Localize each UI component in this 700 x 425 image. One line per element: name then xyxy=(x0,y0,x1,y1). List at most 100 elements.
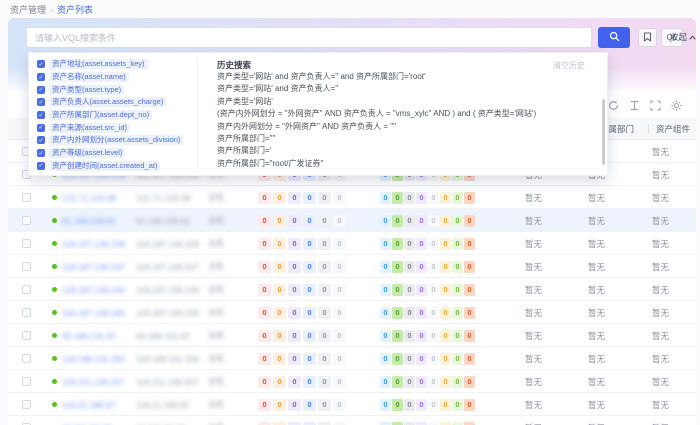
asset-ip-link[interactable]: 118.187.136.236 xyxy=(62,239,125,249)
asset-ip-link[interactable]: 116.21.186.87 xyxy=(62,400,116,410)
count-badge: 0 xyxy=(333,399,346,411)
asset-type-text: 主机 xyxy=(208,353,224,364)
history-panel: 历史搜索 清空历史 资产类型='网站' and 资产负责人='' and 资产所… xyxy=(207,53,609,177)
checked-checkbox-icon[interactable]: ✓ xyxy=(37,162,45,170)
component-empty-text: 暂无 xyxy=(652,353,669,365)
row-checkbox[interactable] xyxy=(22,262,31,271)
risk-count-group: 00000000 xyxy=(380,347,476,370)
field-option[interactable]: ✓ 资产所属部门(asset.dept_no) xyxy=(37,109,197,122)
checked-checkbox-icon[interactable]: ✓ xyxy=(37,136,45,144)
collapse-search-button[interactable]: 收起 xyxy=(670,31,696,43)
row-checkbox[interactable] xyxy=(22,239,31,248)
search-bar: QL 收起 xyxy=(8,27,696,49)
history-item[interactable]: 资产类型='网站' and 资产负责人='' and 资产所属部门='root' xyxy=(217,71,599,83)
checked-checkbox-icon[interactable]: ✓ xyxy=(37,60,45,68)
table-row[interactable]: 118.188.131.255118.188.131.255主机00000000… xyxy=(8,347,696,370)
table-row[interactable]: 60.188.131.8760.188.131.87主机000000000000… xyxy=(8,324,696,347)
count-badge: 0 xyxy=(273,238,286,250)
history-item[interactable]: 资产类型='网站' xyxy=(217,96,599,108)
history-item[interactable]: 资产所属部门="root/广发证券" xyxy=(217,158,599,170)
row-checkbox[interactable] xyxy=(22,308,31,317)
count-badge: 0 xyxy=(273,330,286,342)
save-search-button[interactable] xyxy=(638,28,657,47)
history-item[interactable]: 资产类型='网站' and 资产负责人='' xyxy=(217,83,599,95)
count-badge: 0 xyxy=(288,422,301,425)
table-row[interactable]: 118.187.136.236118.187.136.236主机00000000… xyxy=(8,232,696,255)
vuln-count-group: 000000 xyxy=(258,255,348,278)
asset-ip-link[interactable]: 118.211.136.207 xyxy=(62,377,125,387)
refresh-icon[interactable] xyxy=(608,100,619,111)
search-button[interactable] xyxy=(598,27,630,48)
count-badge: 0 xyxy=(440,215,451,227)
count-badge: 0 xyxy=(333,261,346,273)
department-empty-text: 暂无 xyxy=(588,422,605,425)
status-dot xyxy=(52,310,57,315)
dropdown-scrollbar[interactable] xyxy=(602,99,605,165)
table-row[interactable]: 118.187.136.240118.187.136.240主机00000000… xyxy=(8,278,696,301)
field-option[interactable]: ✓ 资产内外网划分(asset.assets_division) xyxy=(37,134,197,147)
history-item[interactable]: 资产所属部门=' xyxy=(217,145,599,157)
table-row[interactable]: 27.221.82.3827.221.82.38主机00000000000000… xyxy=(8,416,696,425)
asset-ip-link[interactable]: 118.187.136.237 xyxy=(62,262,125,272)
asset-ip-link[interactable]: 118.187.136.240 xyxy=(62,285,125,295)
asset-ip-link[interactable]: 121.71.133.38 xyxy=(62,193,116,203)
history-item[interactable]: 资产内外网划分 = "外网资产" AND 资产负责人 = "" xyxy=(217,121,599,133)
risk-count-group: 00000000 xyxy=(380,186,476,209)
table-row[interactable]: 121.71.133.38121.71.133.38主机000000000000… xyxy=(8,186,696,209)
fullscreen-icon[interactable] xyxy=(650,100,661,111)
asset-type-text: 主机 xyxy=(208,284,224,295)
count-badge: 0 xyxy=(392,422,403,425)
row-checkbox[interactable] xyxy=(22,285,31,294)
vql-search-input[interactable] xyxy=(26,27,592,48)
count-badge: 0 xyxy=(464,399,475,411)
row-checkbox[interactable] xyxy=(22,331,31,340)
row-checkbox[interactable] xyxy=(22,377,31,386)
row-checkbox[interactable] xyxy=(22,400,31,409)
column-height-icon[interactable] xyxy=(629,100,640,111)
row-checkbox[interactable] xyxy=(22,354,31,363)
count-badge: 0 xyxy=(440,422,451,425)
checked-checkbox-icon[interactable]: ✓ xyxy=(37,111,45,119)
search-suggestion-dropdown: ✓ 资产地址(asset.assets_key) ✓ 资产名称(asset.na… xyxy=(28,52,608,176)
count-badge: 0 xyxy=(380,422,391,425)
field-option[interactable]: ✓ 资产来源(asset.src_id) xyxy=(37,121,197,134)
count-badge: 0 xyxy=(464,192,475,204)
clear-history-button[interactable]: 清空历史 xyxy=(553,60,585,71)
field-option[interactable]: ✓ 资产创建时间(asset.created_at) xyxy=(37,160,197,173)
asset-ip-link[interactable]: 118.187.136.245 xyxy=(62,308,125,318)
count-badge: 0 xyxy=(404,261,415,273)
table-row[interactable]: 118.187.136.237118.187.136.237主机00000000… xyxy=(8,255,696,278)
breadcrumb-asset-management[interactable]: 资产管理 xyxy=(10,5,46,15)
history-item[interactable]: 资产所属部门="" xyxy=(217,133,599,145)
checked-checkbox-icon[interactable]: ✓ xyxy=(37,86,45,94)
checked-checkbox-icon[interactable]: ✓ xyxy=(37,98,45,106)
field-option[interactable]: ✓ 资产负责人(asset.assets_charge) xyxy=(37,96,197,109)
count-badge: 0 xyxy=(428,261,439,273)
asset-ip-link[interactable]: 118.188.131.255 xyxy=(62,354,125,364)
count-badge: 0 xyxy=(428,192,439,204)
checked-checkbox-icon[interactable]: ✓ xyxy=(37,149,45,157)
settings-gear-icon[interactable] xyxy=(671,100,682,111)
count-badge: 0 xyxy=(318,261,331,273)
field-option[interactable]: ✓ 资产类型(asset.type) xyxy=(37,83,197,96)
risk-count-group: 00000000 xyxy=(380,370,476,393)
chevron-up-icon xyxy=(689,32,696,42)
table-row[interactable]: 118.187.136.245118.187.136.245主机00000000… xyxy=(8,301,696,324)
table-row[interactable]: 81.188.239.8181.188.239.81主机000000000000… xyxy=(8,209,696,232)
field-option[interactable]: ✓ 资产等级(asset.level) xyxy=(37,147,197,160)
field-option[interactable]: ✓ 资产名称(asset.name) xyxy=(37,71,197,84)
field-option[interactable]: ✓ 资产地址(asset.assets_key) xyxy=(37,58,197,71)
asset-ip-link[interactable]: 60.188.131.87 xyxy=(62,331,116,341)
table-row[interactable]: 118.211.136.207118.211.136.207主机00000000… xyxy=(8,370,696,393)
history-item[interactable]: (资产内外网划分 = "外网资产" AND 资产负责人 = "vms_xylc"… xyxy=(217,108,599,120)
row-checkbox[interactable] xyxy=(22,193,31,202)
asset-ip-link[interactable]: 81.188.239.81 xyxy=(62,216,116,226)
count-badge: 0 xyxy=(288,261,301,273)
checked-checkbox-icon[interactable]: ✓ xyxy=(37,73,45,81)
breadcrumb-asset-list[interactable]: 资产列表 xyxy=(57,5,93,15)
row-checkbox[interactable] xyxy=(22,216,31,225)
component-empty-text: 暂无 xyxy=(652,215,669,227)
table-row[interactable]: 116.21.186.87116.21.186.87主机000000000000… xyxy=(8,393,696,416)
count-badge: 0 xyxy=(288,330,301,342)
checked-checkbox-icon[interactable]: ✓ xyxy=(37,124,45,132)
